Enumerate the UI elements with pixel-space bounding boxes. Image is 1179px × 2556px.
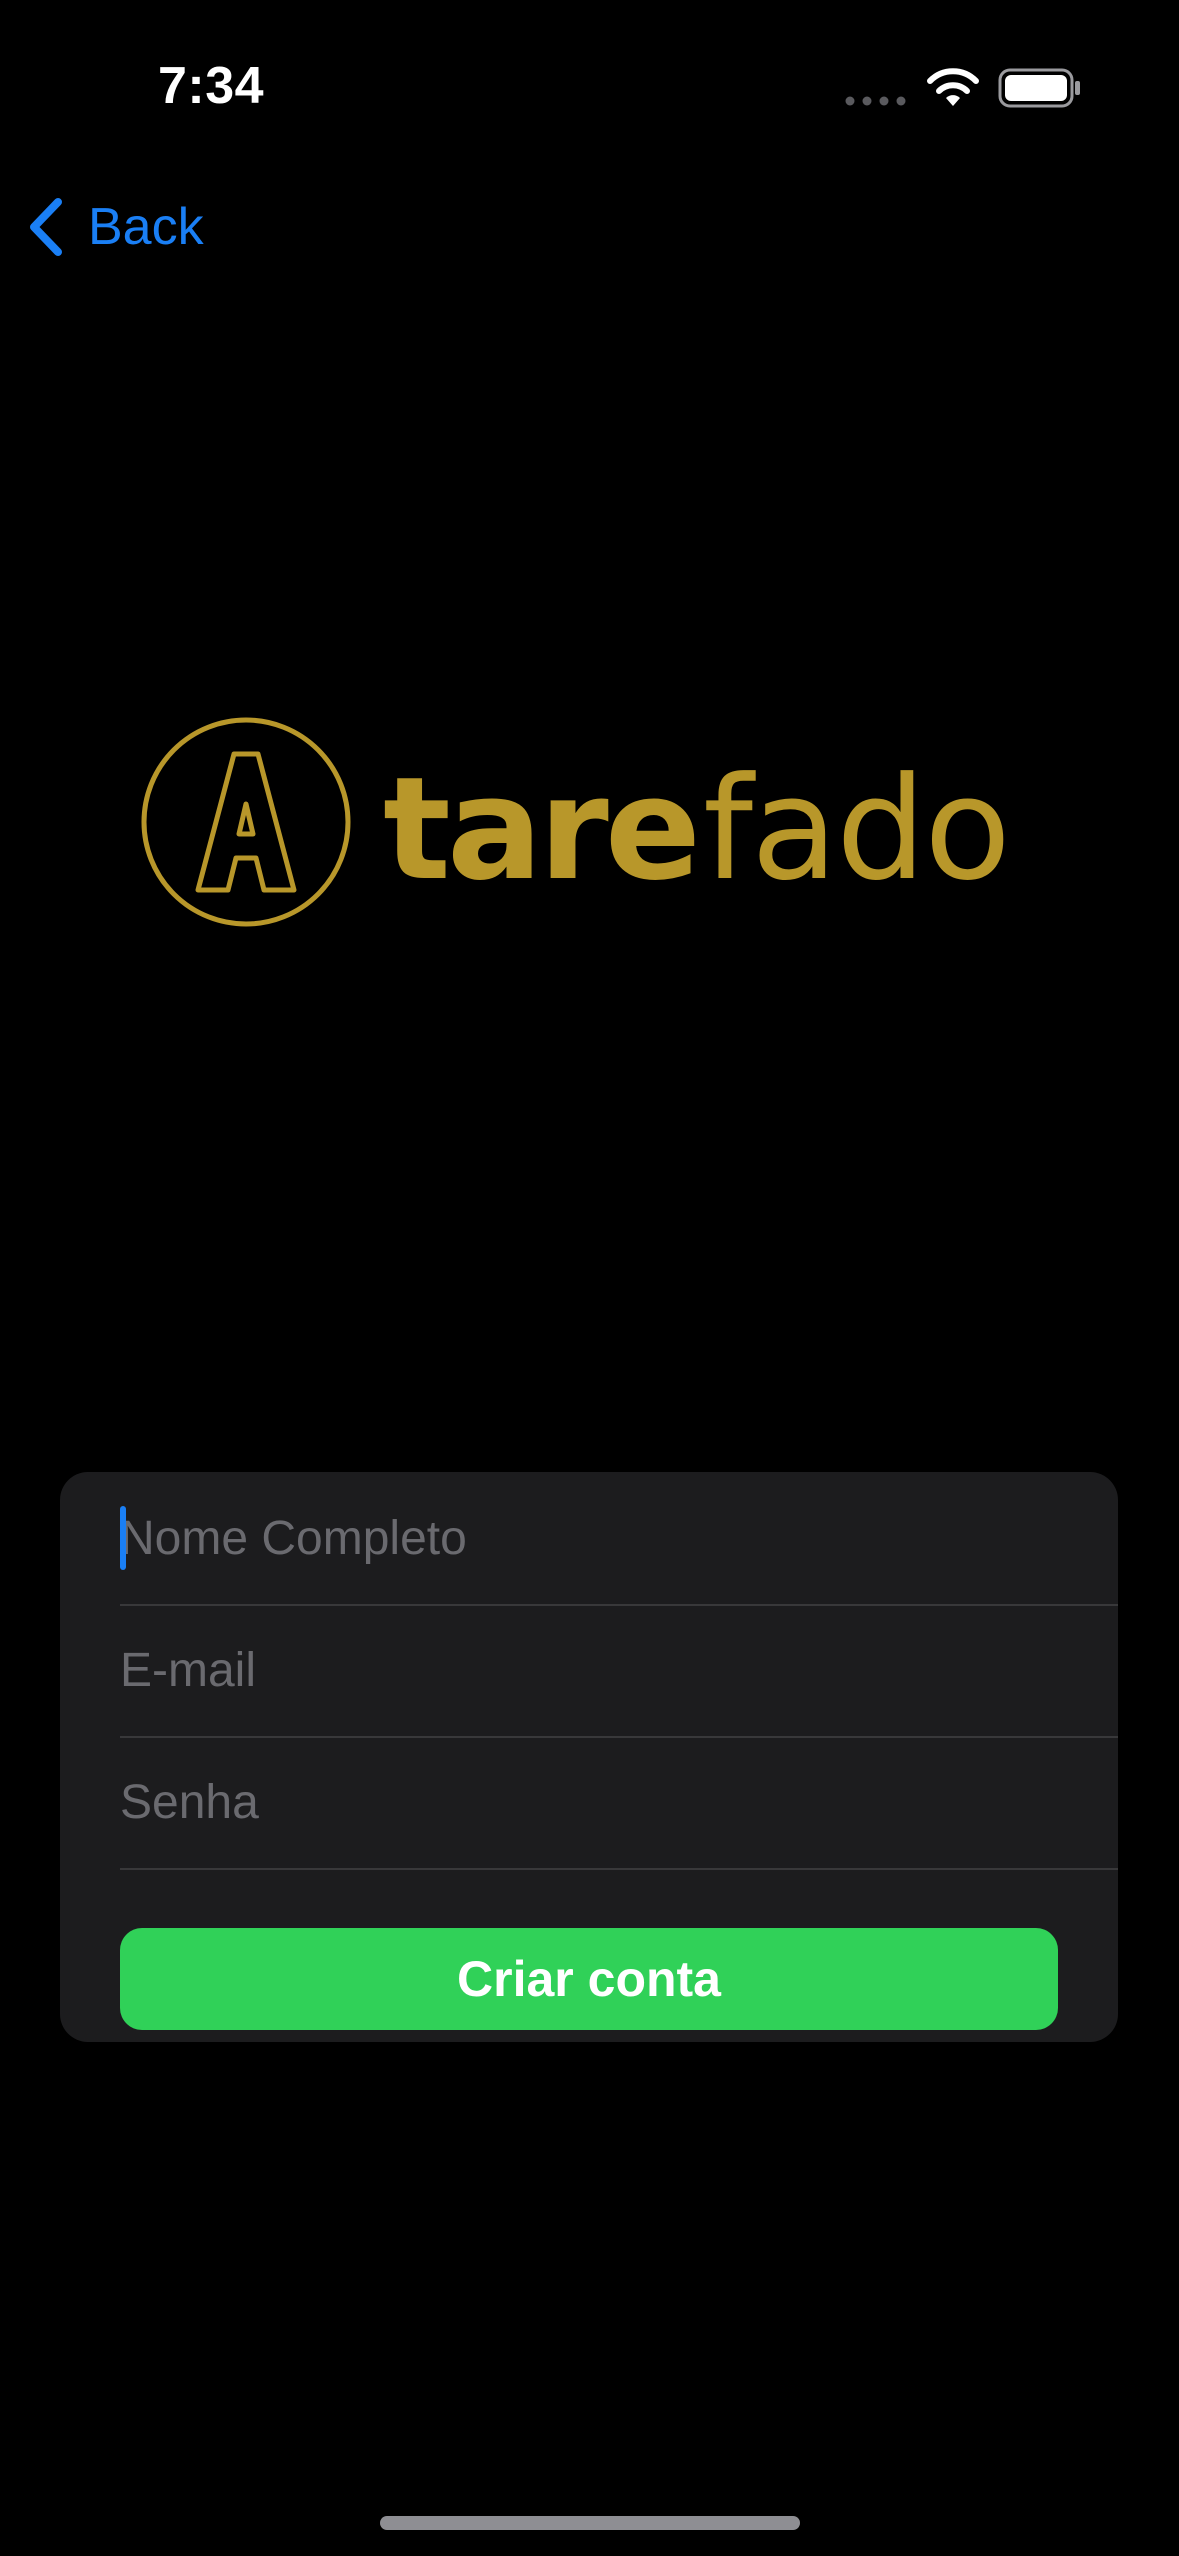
full-name-input[interactable] bbox=[120, 1472, 1118, 1604]
back-button[interactable]: Back bbox=[24, 192, 204, 262]
signup-form: Criar conta bbox=[60, 1472, 1118, 2042]
full-name-field-row bbox=[120, 1472, 1118, 1606]
create-account-button[interactable]: Criar conta bbox=[120, 1928, 1058, 2030]
app-logo: tare fado bbox=[141, 717, 1011, 927]
email-field-row bbox=[120, 1604, 1118, 1738]
signal-dots-icon bbox=[845, 96, 906, 106]
status-bar: 7:34 bbox=[0, 0, 1179, 150]
text-cursor bbox=[120, 1506, 126, 1570]
password-field-row bbox=[120, 1736, 1118, 1870]
wifi-icon bbox=[927, 68, 979, 106]
svg-text:fado: fado bbox=[703, 747, 1009, 912]
svg-text:tare: tare bbox=[383, 747, 697, 912]
battery-icon bbox=[998, 68, 1080, 108]
back-label: Back bbox=[88, 198, 204, 256]
status-time: 7:34 bbox=[158, 57, 265, 115]
home-indicator[interactable] bbox=[380, 2516, 800, 2530]
password-input[interactable] bbox=[120, 1736, 1118, 1868]
email-input[interactable] bbox=[120, 1604, 1118, 1736]
chevron-left-icon bbox=[30, 198, 62, 256]
